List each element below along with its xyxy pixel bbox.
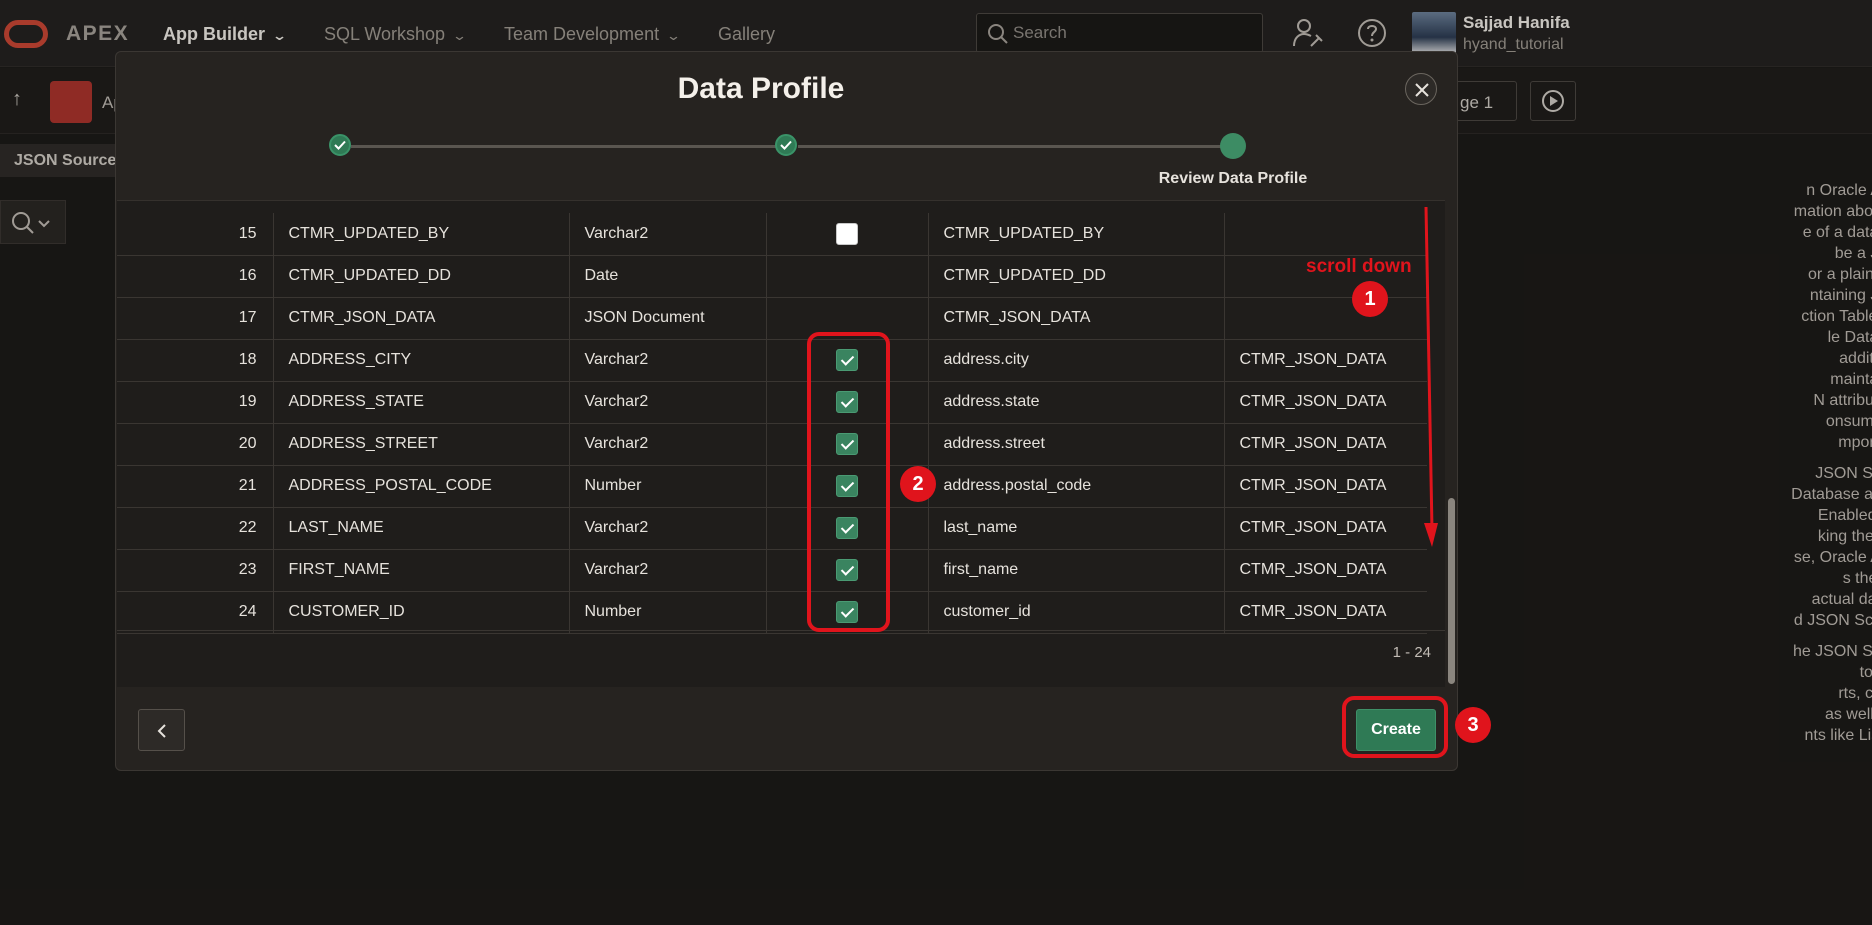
include-column-checkbox[interactable] — [836, 222, 858, 245]
column-name-cell: CTMR_JSON_DATA — [273, 297, 570, 340]
json-path-cell: CTMR_JSON_DATA — [928, 297, 1225, 340]
data-type-cell: Varchar2 — [569, 507, 767, 550]
table-row: 24 CUSTOMER_ID Number customer_id CTMR_JSON_… — [117, 591, 1427, 634]
scrollbar-thumb[interactable] — [1448, 498, 1455, 684]
column-name-cell: FIRST_NAME — [273, 549, 570, 592]
data-type-cell: Varchar2 — [569, 213, 767, 256]
data-type-cell: JSON Document — [569, 297, 767, 340]
column-name-cell: CUSTOMER_ID — [273, 591, 570, 634]
wizard-progress-line — [798, 145, 1222, 148]
source-column-cell: CTMR_JSON_DATA — [1224, 549, 1427, 592]
close-button[interactable] — [1405, 73, 1437, 105]
scroll-hint-label: scroll down — [1306, 256, 1412, 277]
row-number-cell: 16 — [117, 255, 274, 298]
json-path-cell: CTMR_UPDATED_DD — [928, 255, 1225, 298]
wizard-progress-line — [351, 145, 785, 148]
wizard-step-current — [1220, 133, 1246, 159]
grid-scrollbar[interactable] — [1445, 200, 1457, 687]
step-badge: 3 — [1455, 707, 1491, 743]
check-icon — [334, 140, 346, 150]
column-name-cell: ADDRESS_POSTAL_CODE — [273, 465, 570, 508]
source-column-cell: CTMR_JSON_DATA — [1224, 465, 1427, 508]
source-column-cell — [1224, 213, 1427, 256]
row-number-cell: 17 — [117, 297, 274, 340]
json-path-cell: address.state — [928, 381, 1225, 424]
table-row: 16 CTMR_UPDATED_DD Date CTMR_UPDATED_DD — [117, 255, 1427, 298]
grid-footer: 1 - 24 — [117, 630, 1445, 674]
data-type-cell: Varchar2 — [569, 381, 767, 424]
source-column-cell: CTMR_JSON_DATA — [1224, 381, 1427, 424]
step-badge: 1 — [1352, 281, 1388, 317]
table-row: 18 ADDRESS_CITY Varchar2 address.city CTMR_J… — [117, 339, 1427, 382]
column-name-cell: ADDRESS_STATE — [273, 381, 570, 424]
source-column-cell: CTMR_JSON_DATA — [1224, 423, 1427, 466]
source-column-cell: CTMR_JSON_DATA — [1224, 339, 1427, 382]
column-name-cell: ADDRESS_CITY — [273, 339, 570, 382]
source-column-cell — [1224, 297, 1427, 340]
source-column-cell: CTMR_JSON_DATA — [1224, 591, 1427, 634]
json-path-cell: address.city — [928, 339, 1225, 382]
source-column-cell: CTMR_JSON_DATA — [1224, 507, 1427, 550]
json-path-cell: address.street — [928, 423, 1225, 466]
row-number-cell: 20 — [117, 423, 274, 466]
json-path-cell: first_name — [928, 549, 1225, 592]
data-type-cell: Varchar2 — [569, 549, 767, 592]
previous-button[interactable] — [138, 709, 185, 751]
check-icon — [780, 140, 792, 150]
row-number-cell: 23 — [117, 549, 274, 592]
table-row: 19 ADDRESS_STATE Varchar2 address.state CTMR… — [117, 381, 1427, 424]
data-profile-grid: 15 CTMR_UPDATED_BY Varchar2 CTMR_UPDATED_BY… — [117, 200, 1445, 687]
json-path-cell: CTMR_UPDATED_BY — [928, 213, 1225, 256]
data-profile-dialog: Data Profile Review Data Profile 15 CTMR_… — [115, 51, 1458, 771]
column-name-cell: LAST_NAME — [273, 507, 570, 550]
row-number-cell: 22 — [117, 507, 274, 550]
data-type-cell: Varchar2 — [569, 423, 767, 466]
chevron-left-icon — [157, 724, 166, 738]
step-badge: 2 — [900, 466, 936, 502]
table-row: 17 CTMR_JSON_DATA JSON Document CTMR_JSON_D… — [117, 297, 1427, 340]
table-row: 22 LAST_NAME Varchar2 last_name CTMR_JSON_DA… — [117, 507, 1427, 550]
highlight-box — [1342, 696, 1448, 758]
wizard-step-label: Review Data Profile — [1158, 170, 1308, 187]
column-name-cell: ADDRESS_STREET — [273, 423, 570, 466]
scroll-down-arrow-icon — [1424, 206, 1438, 547]
wizard-step-complete — [329, 134, 351, 156]
row-number-cell: 21 — [117, 465, 274, 508]
row-number-cell: 19 — [117, 381, 274, 424]
table-row: 20 ADDRESS_STREET Varchar2 address.street CT… — [117, 423, 1427, 466]
data-type-cell: Number — [569, 591, 767, 634]
wizard-step-complete — [775, 134, 797, 156]
column-name-cell: CTMR_UPDATED_DD — [273, 255, 570, 298]
close-icon — [1415, 83, 1429, 97]
json-path-cell: last_name — [928, 507, 1225, 550]
data-type-cell: Varchar2 — [569, 339, 767, 382]
selected-cell — [766, 213, 929, 256]
table-row: 21 ADDRESS_POSTAL_CODE Number address.posta… — [117, 465, 1427, 508]
row-number-cell: 15 — [117, 213, 274, 256]
table-row: 23 FIRST_NAME Varchar2 first_name CTMR_JSON_… — [117, 549, 1427, 592]
dialog-title: Data Profile — [677, 72, 845, 105]
row-number-cell: 24 — [117, 591, 274, 634]
selected-cell — [766, 255, 929, 298]
highlight-box — [807, 332, 890, 632]
json-path-cell: address.postal_code — [928, 465, 1225, 508]
data-type-cell: Number — [569, 465, 767, 508]
table-row: 15 CTMR_UPDATED_BY Varchar2 CTMR_UPDATED_BY — [117, 213, 1427, 256]
json-path-cell: customer_id — [928, 591, 1225, 634]
column-name-cell: CTMR_UPDATED_BY — [273, 213, 570, 256]
row-number-cell: 18 — [117, 339, 274, 382]
profile-table: 15 CTMR_UPDATED_BY Varchar2 CTMR_UPDATED_BY… — [117, 213, 1427, 634]
data-type-cell: Date — [569, 255, 767, 298]
pagination-range: 1 - 24 — [1392, 644, 1431, 661]
